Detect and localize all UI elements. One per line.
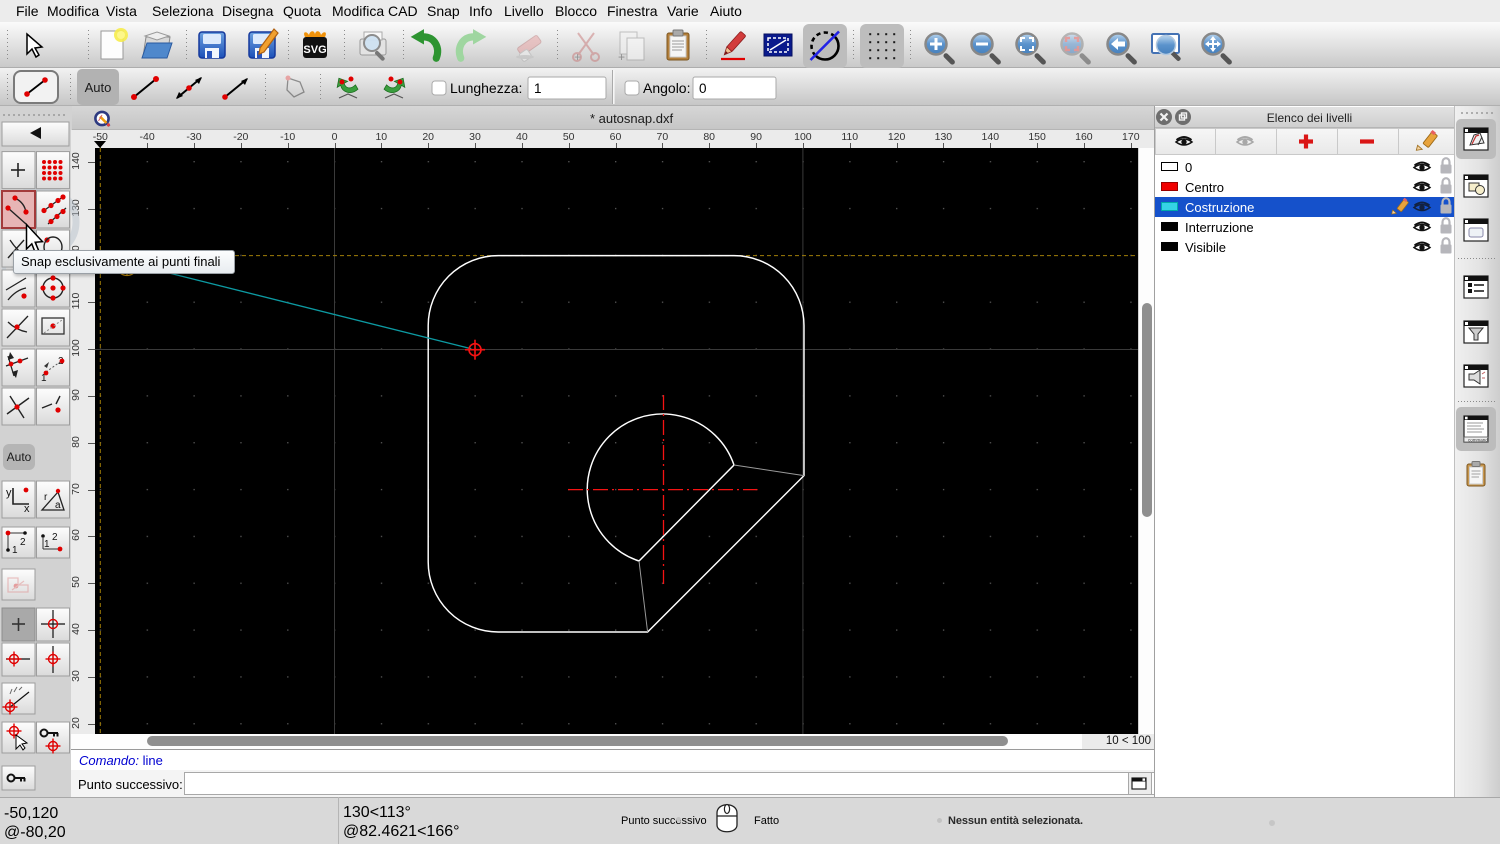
svg-text:Auto: Auto (85, 80, 112, 95)
svg-text:+: + (618, 50, 625, 64)
svg-text:Angolo:: Angolo: (643, 80, 690, 96)
svg-text:+: + (574, 50, 581, 64)
svg-text:1: 1 (534, 81, 542, 96)
svg-text:Lunghezza:: Lunghezza: (450, 80, 522, 96)
svg-text:SVG: SVG (303, 44, 326, 56)
svg-text:0: 0 (699, 81, 707, 96)
